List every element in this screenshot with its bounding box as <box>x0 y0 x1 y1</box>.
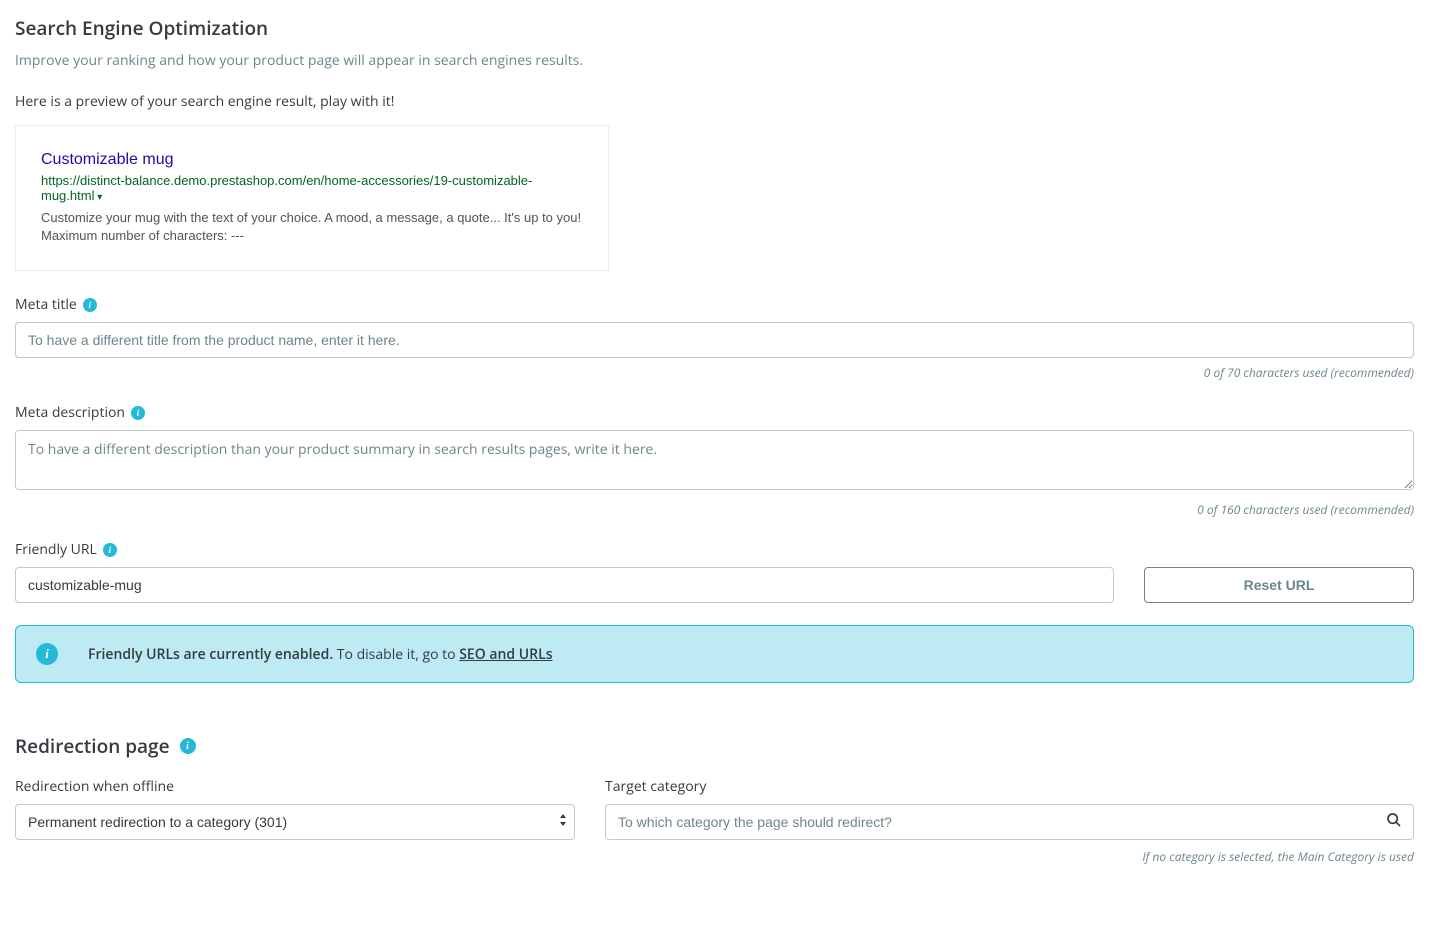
meta-description-input[interactable] <box>15 430 1414 490</box>
info-icon[interactable] <box>103 543 117 557</box>
info-icon[interactable] <box>83 298 97 312</box>
redirection-type-select[interactable]: Permanent redirection to a category (301… <box>15 804 575 840</box>
redirection-section-title: Redirection page <box>15 733 170 759</box>
serp-preview-url: https://distinct-balance.demo.prestashop… <box>41 173 583 203</box>
seo-urls-link[interactable]: SEO and URLs <box>459 645 552 664</box>
meta-description-label: Meta description <box>15 403 125 422</box>
serp-preview-intro: Here is a preview of your search engine … <box>15 92 1414 111</box>
friendly-url-input[interactable] <box>15 567 1114 603</box>
info-icon[interactable] <box>131 406 145 420</box>
friendly-url-alert: Friendly URLs are currently enabled. To … <box>15 625 1414 683</box>
alert-strong-text: Friendly URLs are currently enabled. <box>88 645 333 664</box>
redirection-when-offline-label: Redirection when offline <box>15 777 174 796</box>
meta-title-label: Meta title <box>15 295 77 314</box>
target-category-input[interactable] <box>605 804 1414 840</box>
seo-subtitle: Improve your ranking and how your produc… <box>15 51 1414 70</box>
target-category-helper: If no category is selected, the Main Cat… <box>605 848 1414 865</box>
info-icon[interactable] <box>180 738 196 754</box>
seo-section-title: Search Engine Optimization <box>15 15 1414 41</box>
serp-preview-box: Customizable mug https://distinct-balanc… <box>15 125 609 271</box>
meta-title-counter: 0 of 70 characters used (recommended) <box>15 364 1414 381</box>
meta-description-counter: 0 of 160 characters used (recommended) <box>15 501 1414 518</box>
meta-title-input[interactable] <box>15 322 1414 358</box>
alert-text: To disable it, go to <box>333 645 459 664</box>
friendly-url-label: Friendly URL <box>15 540 97 559</box>
info-icon <box>36 643 58 665</box>
reset-url-button[interactable]: Reset URL <box>1144 567 1414 603</box>
serp-preview-title: Customizable mug <box>41 151 583 169</box>
serp-preview-description: Customize your mug with the text of your… <box>41 209 583 245</box>
target-category-label: Target category <box>605 777 706 796</box>
